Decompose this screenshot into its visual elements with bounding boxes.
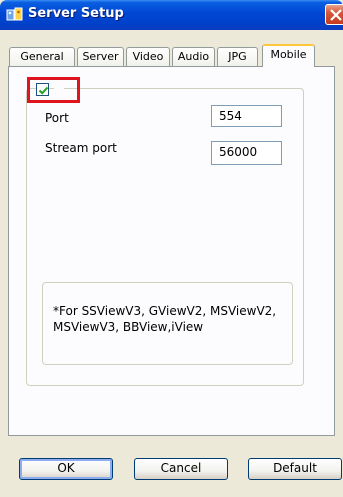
close-icon (330, 9, 342, 21)
port-label: Port (45, 111, 69, 125)
stream-port-label: Stream port (45, 141, 117, 155)
supported-viewers-note: *For SSViewV3, GViewV2, MSViewV2, MSView… (53, 304, 277, 334)
tab-mobile[interactable]: Mobile (262, 44, 315, 67)
tab-video[interactable]: Video (126, 47, 170, 67)
server-setup-app-icon (6, 7, 24, 23)
tab-label: General (20, 50, 64, 63)
checkbox-highlight-annotation (27, 77, 80, 103)
tab-server[interactable]: Server (77, 47, 124, 67)
tab-label: Audio (177, 50, 210, 63)
close-button[interactable] (325, 4, 343, 25)
port-input[interactable]: 554 (211, 105, 282, 127)
stream-port-input[interactable]: 56000 (211, 141, 282, 165)
tab-label: JPG (228, 50, 247, 63)
tab-general[interactable]: General (9, 47, 75, 67)
tab-label: Mobile (270, 48, 307, 61)
tab-label: Video (132, 50, 164, 63)
tab-jpg[interactable]: JPG (217, 47, 258, 67)
default-button[interactable]: Default (248, 458, 342, 480)
cancel-button[interactable]: Cancel (134, 458, 228, 480)
tab-audio[interactable]: Audio (172, 47, 215, 67)
ok-button[interactable]: OK (19, 458, 113, 480)
window-title: Server Setup (28, 6, 124, 21)
title-bar: Server Setup (0, 0, 343, 30)
tab-label: Server (82, 50, 119, 63)
